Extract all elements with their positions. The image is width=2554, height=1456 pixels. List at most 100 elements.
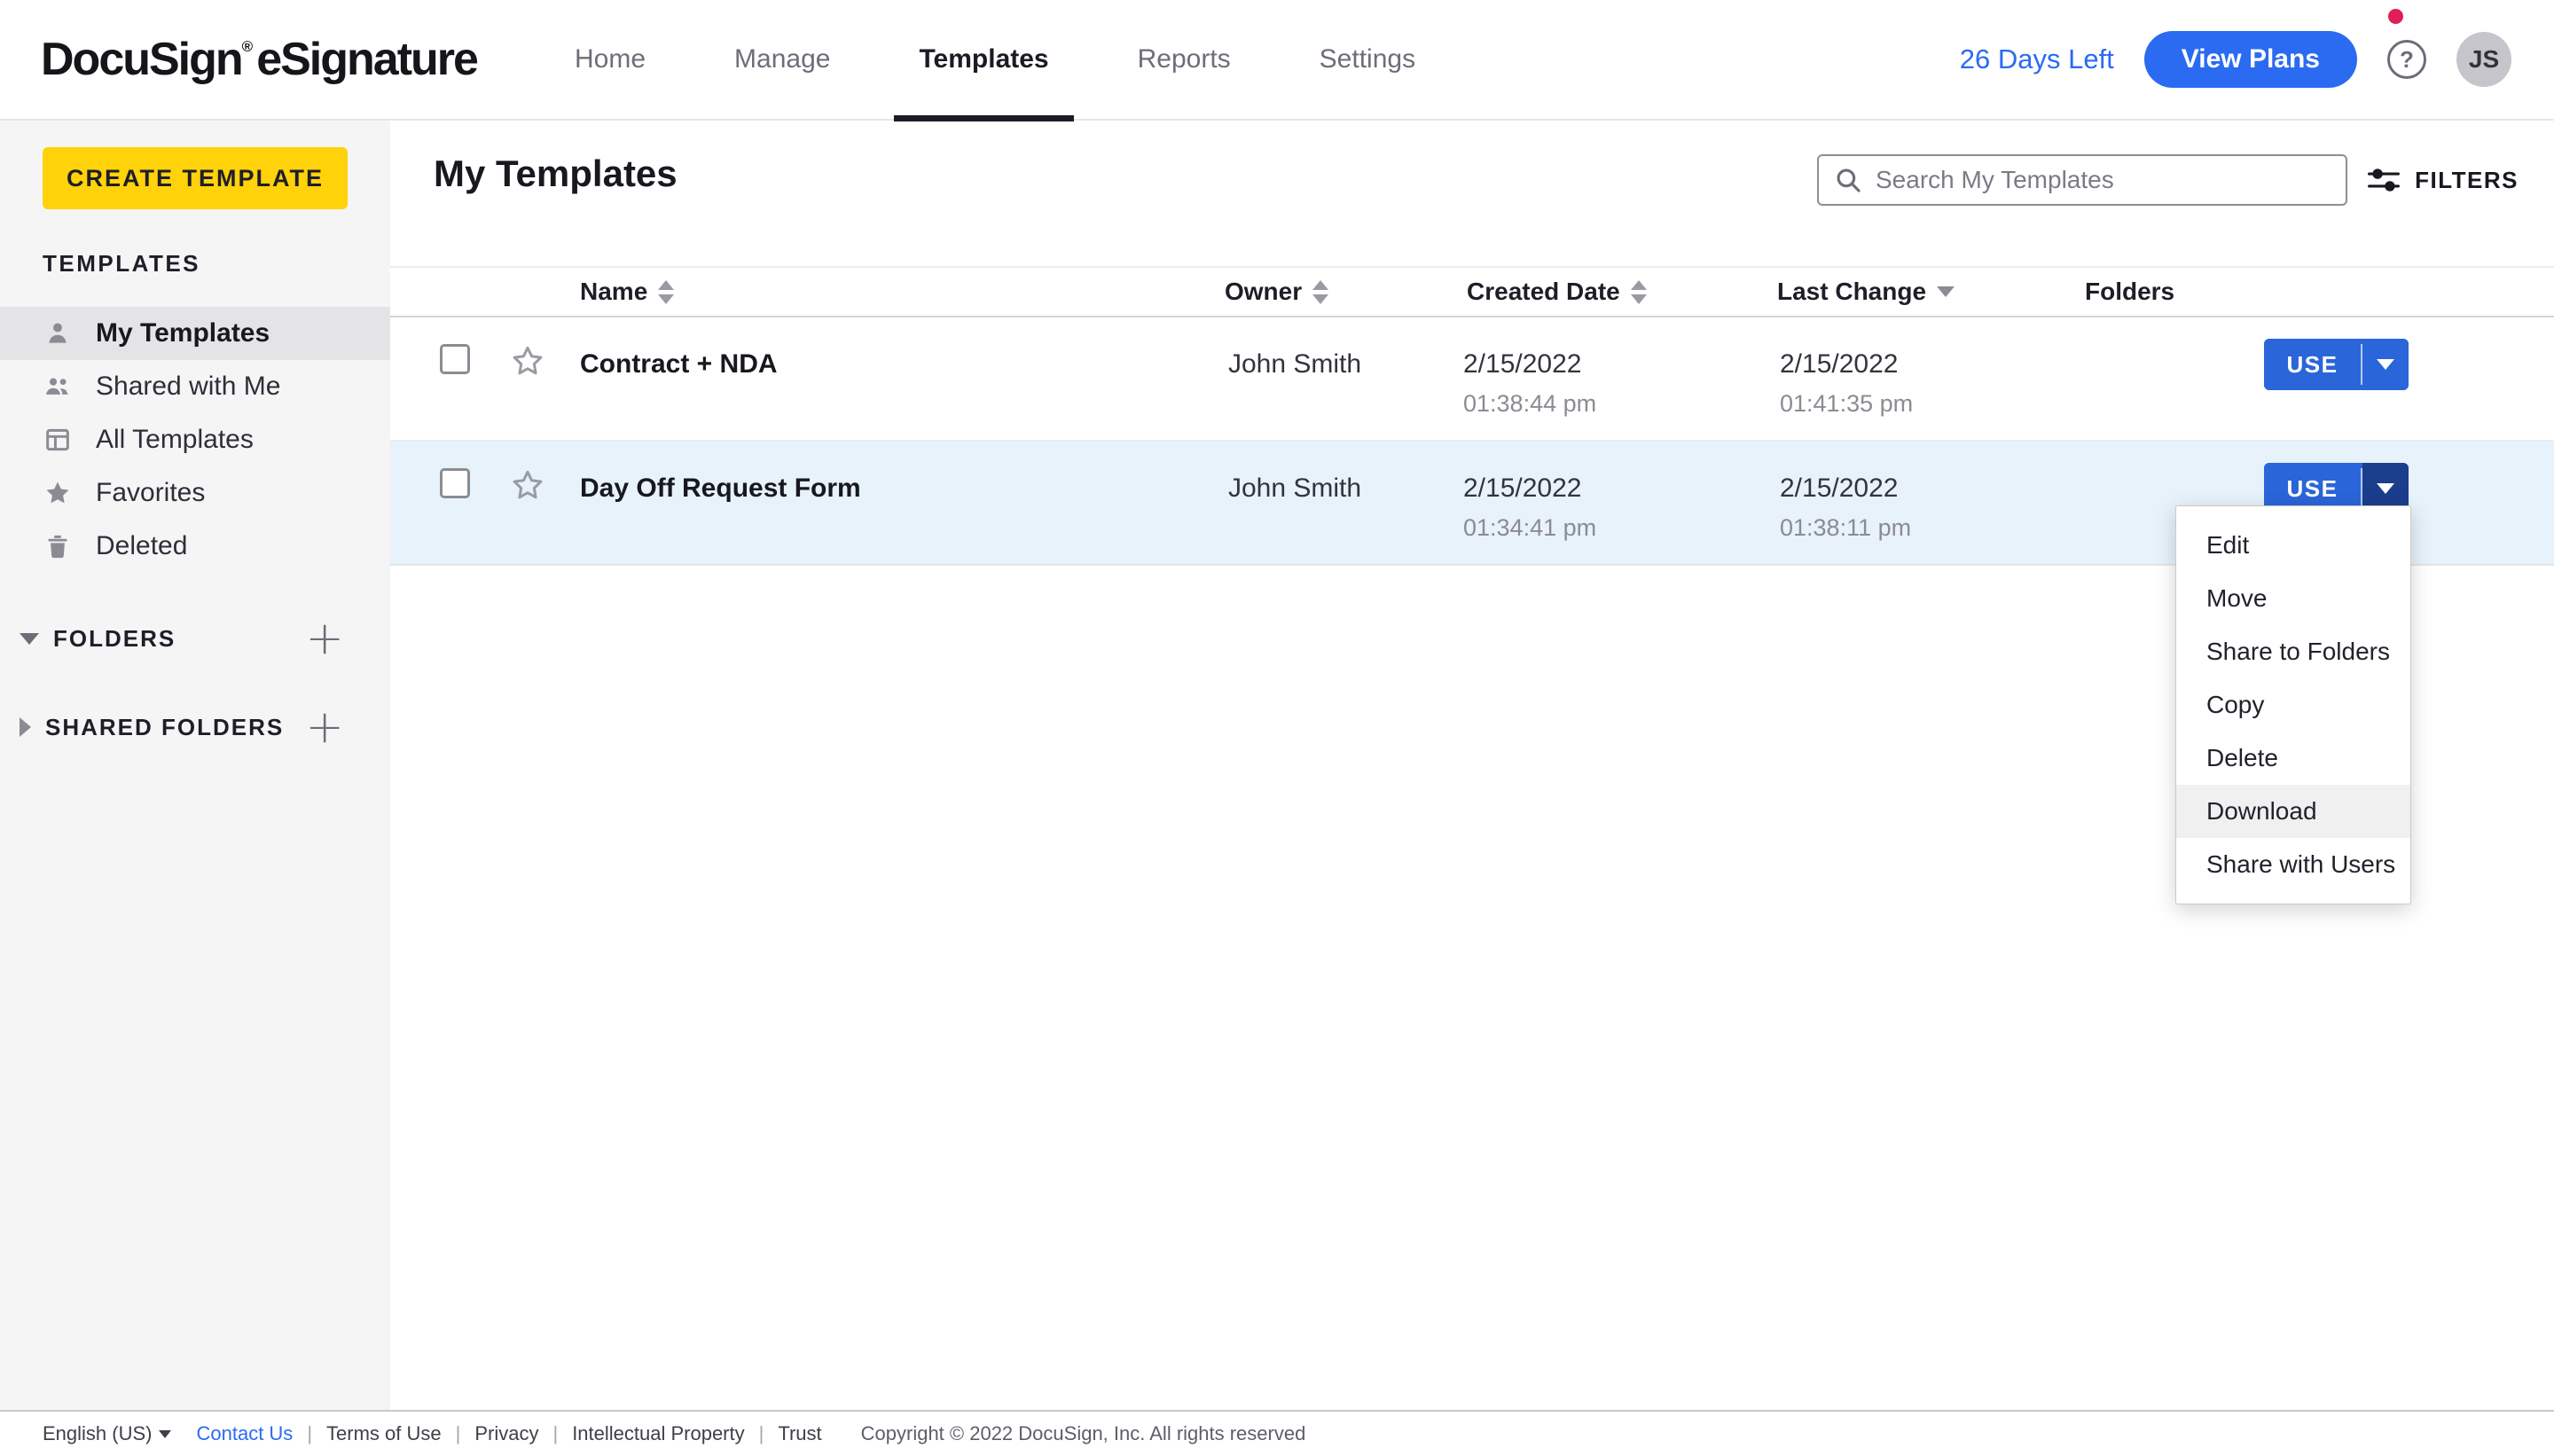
sidebar-item-label: Shared with Me bbox=[96, 372, 280, 402]
language-selector[interactable]: English (US) bbox=[43, 1422, 171, 1445]
filters-icon bbox=[2365, 163, 2402, 197]
separator: | bbox=[759, 1422, 764, 1445]
footer-link-privacy[interactable]: Privacy bbox=[474, 1422, 538, 1445]
sidebar-item-my-templates[interactable]: My Templates bbox=[0, 307, 390, 360]
footer: English (US) Contact Us | Terms of Use |… bbox=[0, 1410, 2554, 1456]
view-plans-button[interactable]: View Plans bbox=[2144, 31, 2357, 88]
menu-item-download[interactable]: Download bbox=[2176, 785, 2410, 838]
star-icon bbox=[43, 478, 73, 508]
table-header: Name Owner Created Date Last Change Fold… bbox=[390, 266, 2554, 317]
sidebar-item-label: Deleted bbox=[96, 531, 187, 561]
sidebar-list: My Templates Shared with Me All Template… bbox=[0, 307, 390, 573]
person-icon bbox=[43, 318, 73, 348]
footer-links: Contact Us | Terms of Use | Privacy | In… bbox=[196, 1422, 821, 1445]
avatar[interactable]: JS bbox=[2456, 32, 2511, 87]
sidebar: CREATE TEMPLATE TEMPLATES My Templates S… bbox=[0, 121, 390, 1410]
trash-icon bbox=[43, 531, 73, 561]
last-change-time: 01:41:35 pm bbox=[1780, 388, 1913, 419]
use-split-button: USE bbox=[2264, 339, 2409, 390]
page: DocuSign®eSignature Home Manage Template… bbox=[0, 0, 2554, 1456]
column-header-folders: Folders bbox=[2085, 268, 2174, 316]
tab-manage[interactable]: Manage bbox=[709, 0, 855, 120]
column-label: Last Change bbox=[1777, 278, 1926, 306]
layout-icon bbox=[43, 425, 73, 455]
column-label: Created Date bbox=[1467, 278, 1620, 306]
caret-down-icon bbox=[159, 1430, 171, 1438]
last-change-time: 01:38:11 pm bbox=[1780, 513, 1911, 543]
favorite-star-icon[interactable] bbox=[509, 466, 546, 508]
template-name[interactable]: Day Off Request Form bbox=[580, 472, 861, 505]
trial-days-left[interactable]: 26 Days Left bbox=[1960, 43, 2114, 75]
row-checkbox[interactable] bbox=[440, 468, 470, 498]
created-date-cell: 2/15/2022 01:38:44 pm bbox=[1463, 348, 1596, 419]
created-date: 2/15/2022 bbox=[1463, 348, 1596, 381]
template-actions-menu: Edit Move Share to Folders Copy Delete D… bbox=[2175, 505, 2411, 904]
primary-nav: Home Manage Templates Reports Settings bbox=[550, 0, 1479, 120]
sort-arrows-icon bbox=[1631, 280, 1647, 304]
footer-link-intellectual-property[interactable]: Intellectual Property bbox=[572, 1422, 744, 1445]
use-button[interactable]: USE bbox=[2264, 339, 2361, 390]
add-folder-button[interactable]: + bbox=[305, 622, 344, 654]
tab-reports[interactable]: Reports bbox=[1113, 0, 1256, 120]
column-header-created-date[interactable]: Created Date bbox=[1467, 268, 1647, 316]
tab-templates[interactable]: Templates bbox=[894, 0, 1073, 120]
row-checkbox[interactable] bbox=[440, 344, 470, 374]
shared-folders-toggle[interactable]: SHARED FOLDERS + bbox=[0, 701, 390, 754]
sort-desc-icon bbox=[1937, 286, 1955, 297]
search-input[interactable] bbox=[1876, 166, 2337, 194]
column-header-owner[interactable]: Owner bbox=[1225, 268, 1328, 316]
notification-dot-icon bbox=[2388, 9, 2403, 24]
logo-brand-text: DocuSign bbox=[41, 34, 242, 85]
sort-arrows-icon bbox=[658, 280, 674, 304]
sidebar-item-shared-with-me[interactable]: Shared with Me bbox=[0, 360, 390, 413]
last-change-cell: 2/15/2022 01:38:11 pm bbox=[1780, 472, 1911, 543]
help-icon[interactable]: ? bbox=[2387, 40, 2426, 79]
table-row: Contract + NDA John Smith 2/15/2022 01:3… bbox=[390, 317, 2554, 442]
created-date-cell: 2/15/2022 01:34:41 pm bbox=[1463, 472, 1596, 543]
use-dropdown-toggle[interactable] bbox=[2362, 339, 2409, 390]
sidebar-item-all-templates[interactable]: All Templates bbox=[0, 413, 390, 466]
tab-home[interactable]: Home bbox=[550, 0, 670, 120]
template-owner: John Smith bbox=[1228, 348, 1361, 381]
caret-down-icon bbox=[2377, 483, 2394, 494]
separator: | bbox=[307, 1422, 312, 1445]
footer-link-contact-us[interactable]: Contact Us bbox=[196, 1422, 293, 1445]
folders-toggle[interactable]: FOLDERS + bbox=[0, 612, 390, 665]
copyright-text: Copyright © 2022 DocuSign, Inc. All righ… bbox=[861, 1422, 1306, 1445]
column-header-last-change[interactable]: Last Change bbox=[1777, 268, 1955, 316]
content: My Templates FILTERS Name Owner bbox=[390, 121, 2554, 1410]
add-shared-folder-button[interactable]: + bbox=[305, 711, 344, 743]
sidebar-item-deleted[interactable]: Deleted bbox=[0, 520, 390, 573]
template-name[interactable]: Contract + NDA bbox=[580, 348, 778, 381]
menu-item-edit[interactable]: Edit bbox=[2176, 519, 2410, 572]
footer-link-terms-of-use[interactable]: Terms of Use bbox=[326, 1422, 442, 1445]
search-icon bbox=[1833, 165, 1863, 195]
menu-item-share-with-users[interactable]: Share with Users bbox=[2176, 838, 2410, 891]
favorite-star-icon[interactable] bbox=[509, 342, 546, 384]
footer-link-trust[interactable]: Trust bbox=[778, 1422, 821, 1445]
sidebar-item-label: All Templates bbox=[96, 425, 254, 455]
separator: | bbox=[456, 1422, 461, 1445]
tab-settings[interactable]: Settings bbox=[1295, 0, 1440, 120]
separator: | bbox=[552, 1422, 558, 1445]
last-change-date: 2/15/2022 bbox=[1780, 348, 1913, 381]
menu-item-move[interactable]: Move bbox=[2176, 572, 2410, 625]
created-date: 2/15/2022 bbox=[1463, 472, 1596, 505]
page-title: My Templates bbox=[434, 153, 678, 195]
template-owner: John Smith bbox=[1228, 472, 1361, 505]
search-box bbox=[1817, 154, 2347, 206]
menu-item-delete[interactable]: Delete bbox=[2176, 732, 2410, 785]
top-bar: DocuSign®eSignature Home Manage Template… bbox=[0, 0, 2554, 121]
column-header-name[interactable]: Name bbox=[580, 268, 674, 316]
filters-button[interactable]: FILTERS bbox=[2365, 154, 2519, 206]
sort-arrows-icon bbox=[1312, 280, 1328, 304]
language-label: English (US) bbox=[43, 1422, 152, 1445]
create-template-button[interactable]: CREATE TEMPLATE bbox=[43, 147, 348, 209]
sidebar-item-favorites[interactable]: Favorites bbox=[0, 466, 390, 520]
menu-item-share-to-folders[interactable]: Share to Folders bbox=[2176, 625, 2410, 678]
created-time: 01:34:41 pm bbox=[1463, 513, 1596, 543]
menu-item-copy[interactable]: Copy bbox=[2176, 678, 2410, 732]
people-icon bbox=[43, 372, 73, 402]
shared-folders-label: SHARED FOLDERS bbox=[45, 714, 284, 741]
caret-down-icon bbox=[2377, 359, 2394, 370]
